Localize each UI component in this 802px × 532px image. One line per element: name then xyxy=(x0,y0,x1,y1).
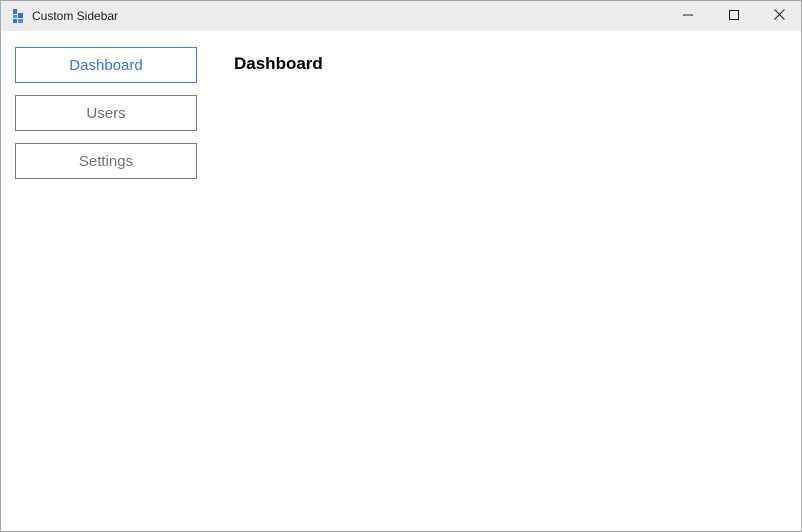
sidebar-item-users[interactable]: Users xyxy=(15,95,197,131)
sidebar-item-label: Dashboard xyxy=(69,56,143,74)
title-bar[interactable]: Custom Sidebar xyxy=(1,1,801,31)
close-icon xyxy=(773,7,785,25)
window-title: Custom Sidebar xyxy=(32,9,119,23)
minimize-button[interactable] xyxy=(665,1,711,31)
app-window: Custom Sidebar Dashboard Users Settings … xyxy=(0,0,802,532)
sidebar-item-label: Settings xyxy=(78,152,134,170)
app-logo-icon xyxy=(12,9,24,23)
sidebar-item-settings[interactable]: Settings xyxy=(15,143,197,179)
close-button[interactable] xyxy=(756,1,801,31)
maximize-button[interactable] xyxy=(711,1,757,31)
page-title: Dashboard xyxy=(234,54,323,73)
sidebar-item-dashboard[interactable]: Dashboard xyxy=(15,47,197,83)
minimize-icon xyxy=(683,7,693,25)
maximize-icon xyxy=(729,7,739,25)
sidebar-item-label: Users xyxy=(86,104,126,122)
